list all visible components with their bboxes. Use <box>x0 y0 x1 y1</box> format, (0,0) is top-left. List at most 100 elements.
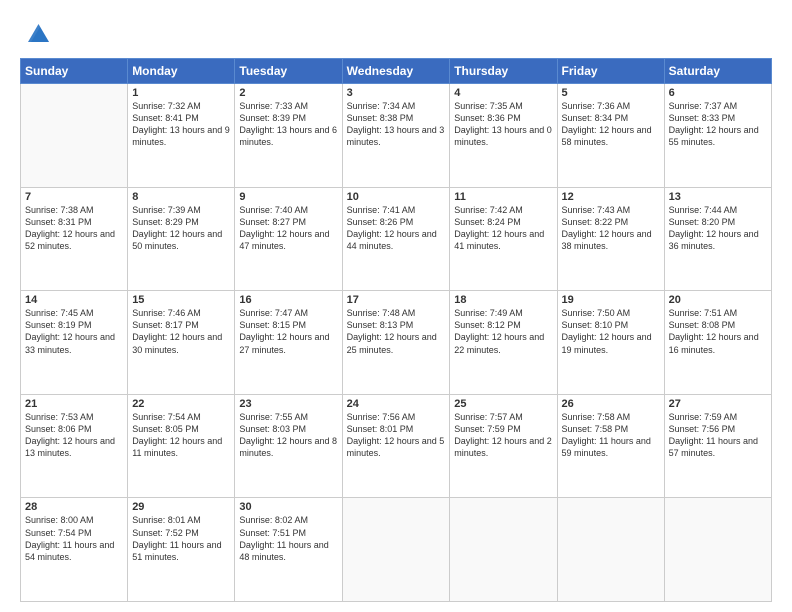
weekday-header-row: SundayMondayTuesdayWednesdayThursdayFrid… <box>21 59 772 84</box>
day-info: Sunrise: 8:01 AM Sunset: 7:52 PM Dayligh… <box>132 514 230 563</box>
day-info: Sunrise: 7:38 AM Sunset: 8:31 PM Dayligh… <box>25 204 123 253</box>
weekday-header-saturday: Saturday <box>664 59 771 84</box>
day-number: 13 <box>669 191 767 203</box>
day-number: 12 <box>562 191 660 203</box>
day-number: 27 <box>669 398 767 410</box>
weekday-header-friday: Friday <box>557 59 664 84</box>
day-info: Sunrise: 7:54 AM Sunset: 8:05 PM Dayligh… <box>132 411 230 460</box>
day-number: 6 <box>669 87 767 99</box>
day-cell: 16Sunrise: 7:47 AM Sunset: 8:15 PM Dayli… <box>235 291 342 395</box>
day-cell <box>21 84 128 188</box>
day-cell: 24Sunrise: 7:56 AM Sunset: 8:01 PM Dayli… <box>342 394 450 498</box>
day-info: Sunrise: 7:56 AM Sunset: 8:01 PM Dayligh… <box>347 411 446 460</box>
day-cell: 1Sunrise: 7:32 AM Sunset: 8:41 PM Daylig… <box>128 84 235 188</box>
day-number: 19 <box>562 294 660 306</box>
day-info: Sunrise: 7:39 AM Sunset: 8:29 PM Dayligh… <box>132 204 230 253</box>
day-number: 29 <box>132 501 230 513</box>
day-info: Sunrise: 7:55 AM Sunset: 8:03 PM Dayligh… <box>239 411 337 460</box>
day-number: 30 <box>239 501 337 513</box>
day-cell: 13Sunrise: 7:44 AM Sunset: 8:20 PM Dayli… <box>664 187 771 291</box>
day-info: Sunrise: 7:33 AM Sunset: 8:39 PM Dayligh… <box>239 100 337 149</box>
day-number: 21 <box>25 398 123 410</box>
day-cell: 27Sunrise: 7:59 AM Sunset: 7:56 PM Dayli… <box>664 394 771 498</box>
day-number: 1 <box>132 87 230 99</box>
page: SundayMondayTuesdayWednesdayThursdayFrid… <box>0 0 792 612</box>
day-info: Sunrise: 7:47 AM Sunset: 8:15 PM Dayligh… <box>239 307 337 356</box>
weekday-header-thursday: Thursday <box>450 59 557 84</box>
day-cell: 28Sunrise: 8:00 AM Sunset: 7:54 PM Dayli… <box>21 498 128 602</box>
day-info: Sunrise: 7:51 AM Sunset: 8:08 PM Dayligh… <box>669 307 767 356</box>
day-cell: 5Sunrise: 7:36 AM Sunset: 8:34 PM Daylig… <box>557 84 664 188</box>
day-cell: 4Sunrise: 7:35 AM Sunset: 8:36 PM Daylig… <box>450 84 557 188</box>
day-cell: 7Sunrise: 7:38 AM Sunset: 8:31 PM Daylig… <box>21 187 128 291</box>
weekday-header-monday: Monday <box>128 59 235 84</box>
day-cell: 19Sunrise: 7:50 AM Sunset: 8:10 PM Dayli… <box>557 291 664 395</box>
day-info: Sunrise: 7:45 AM Sunset: 8:19 PM Dayligh… <box>25 307 123 356</box>
day-info: Sunrise: 7:46 AM Sunset: 8:17 PM Dayligh… <box>132 307 230 356</box>
day-info: Sunrise: 7:49 AM Sunset: 8:12 PM Dayligh… <box>454 307 552 356</box>
day-info: Sunrise: 7:35 AM Sunset: 8:36 PM Dayligh… <box>454 100 552 149</box>
day-cell: 9Sunrise: 7:40 AM Sunset: 8:27 PM Daylig… <box>235 187 342 291</box>
day-cell <box>664 498 771 602</box>
day-cell: 26Sunrise: 7:58 AM Sunset: 7:58 PM Dayli… <box>557 394 664 498</box>
weekday-header-wednesday: Wednesday <box>342 59 450 84</box>
week-row-3: 14Sunrise: 7:45 AM Sunset: 8:19 PM Dayli… <box>21 291 772 395</box>
day-cell: 30Sunrise: 8:02 AM Sunset: 7:51 PM Dayli… <box>235 498 342 602</box>
day-number: 8 <box>132 191 230 203</box>
day-cell: 22Sunrise: 7:54 AM Sunset: 8:05 PM Dayli… <box>128 394 235 498</box>
day-number: 18 <box>454 294 552 306</box>
day-info: Sunrise: 7:53 AM Sunset: 8:06 PM Dayligh… <box>25 411 123 460</box>
day-info: Sunrise: 7:32 AM Sunset: 8:41 PM Dayligh… <box>132 100 230 149</box>
day-info: Sunrise: 7:58 AM Sunset: 7:58 PM Dayligh… <box>562 411 660 460</box>
day-number: 22 <box>132 398 230 410</box>
day-info: Sunrise: 7:40 AM Sunset: 8:27 PM Dayligh… <box>239 204 337 253</box>
day-cell <box>557 498 664 602</box>
day-info: Sunrise: 7:37 AM Sunset: 8:33 PM Dayligh… <box>669 100 767 149</box>
day-number: 11 <box>454 191 552 203</box>
weekday-header-sunday: Sunday <box>21 59 128 84</box>
day-cell: 15Sunrise: 7:46 AM Sunset: 8:17 PM Dayli… <box>128 291 235 395</box>
day-info: Sunrise: 7:48 AM Sunset: 8:13 PM Dayligh… <box>347 307 446 356</box>
day-cell: 11Sunrise: 7:42 AM Sunset: 8:24 PM Dayli… <box>450 187 557 291</box>
day-cell: 20Sunrise: 7:51 AM Sunset: 8:08 PM Dayli… <box>664 291 771 395</box>
logo-icon <box>22 18 52 48</box>
day-cell: 10Sunrise: 7:41 AM Sunset: 8:26 PM Dayli… <box>342 187 450 291</box>
day-cell <box>342 498 450 602</box>
calendar-table: SundayMondayTuesdayWednesdayThursdayFrid… <box>20 58 772 602</box>
day-cell <box>450 498 557 602</box>
week-row-1: 1Sunrise: 7:32 AM Sunset: 8:41 PM Daylig… <box>21 84 772 188</box>
day-cell: 14Sunrise: 7:45 AM Sunset: 8:19 PM Dayli… <box>21 291 128 395</box>
day-number: 2 <box>239 87 337 99</box>
day-info: Sunrise: 7:34 AM Sunset: 8:38 PM Dayligh… <box>347 100 446 149</box>
day-number: 14 <box>25 294 123 306</box>
day-cell: 6Sunrise: 7:37 AM Sunset: 8:33 PM Daylig… <box>664 84 771 188</box>
day-info: Sunrise: 7:44 AM Sunset: 8:20 PM Dayligh… <box>669 204 767 253</box>
day-cell: 12Sunrise: 7:43 AM Sunset: 8:22 PM Dayli… <box>557 187 664 291</box>
day-number: 25 <box>454 398 552 410</box>
day-info: Sunrise: 7:57 AM Sunset: 7:59 PM Dayligh… <box>454 411 552 460</box>
day-cell: 25Sunrise: 7:57 AM Sunset: 7:59 PM Dayli… <box>450 394 557 498</box>
day-number: 15 <box>132 294 230 306</box>
day-info: Sunrise: 7:50 AM Sunset: 8:10 PM Dayligh… <box>562 307 660 356</box>
day-cell: 17Sunrise: 7:48 AM Sunset: 8:13 PM Dayli… <box>342 291 450 395</box>
day-info: Sunrise: 7:36 AM Sunset: 8:34 PM Dayligh… <box>562 100 660 149</box>
day-number: 7 <box>25 191 123 203</box>
day-number: 20 <box>669 294 767 306</box>
day-cell: 23Sunrise: 7:55 AM Sunset: 8:03 PM Dayli… <box>235 394 342 498</box>
day-info: Sunrise: 7:41 AM Sunset: 8:26 PM Dayligh… <box>347 204 446 253</box>
day-number: 26 <box>562 398 660 410</box>
day-info: Sunrise: 7:59 AM Sunset: 7:56 PM Dayligh… <box>669 411 767 460</box>
day-number: 16 <box>239 294 337 306</box>
logo <box>20 18 52 48</box>
day-cell: 3Sunrise: 7:34 AM Sunset: 8:38 PM Daylig… <box>342 84 450 188</box>
weekday-header-tuesday: Tuesday <box>235 59 342 84</box>
day-cell: 8Sunrise: 7:39 AM Sunset: 8:29 PM Daylig… <box>128 187 235 291</box>
day-number: 4 <box>454 87 552 99</box>
day-number: 10 <box>347 191 446 203</box>
day-number: 9 <box>239 191 337 203</box>
day-cell: 21Sunrise: 7:53 AM Sunset: 8:06 PM Dayli… <box>21 394 128 498</box>
week-row-4: 21Sunrise: 7:53 AM Sunset: 8:06 PM Dayli… <box>21 394 772 498</box>
day-info: Sunrise: 8:02 AM Sunset: 7:51 PM Dayligh… <box>239 514 337 563</box>
day-number: 17 <box>347 294 446 306</box>
day-cell: 18Sunrise: 7:49 AM Sunset: 8:12 PM Dayli… <box>450 291 557 395</box>
